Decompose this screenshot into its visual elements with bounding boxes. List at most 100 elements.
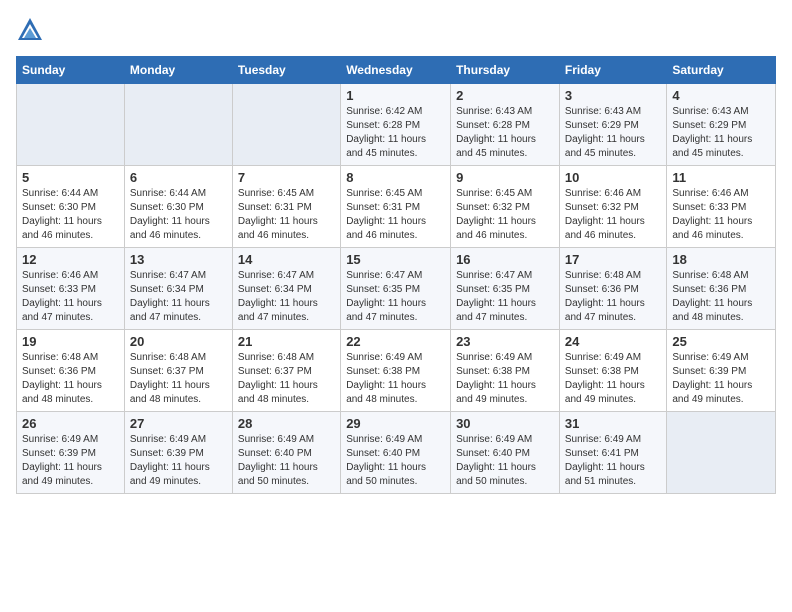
calendar-cell: 18 Sunrise: 6:48 AM Sunset: 6:36 PM Dayli…: [667, 248, 776, 330]
day-number: 17: [565, 252, 661, 267]
calendar-cell: [124, 84, 232, 166]
day-number: 11: [672, 170, 770, 185]
day-info: Sunrise: 6:48 AM Sunset: 6:36 PM Dayligh…: [22, 351, 119, 407]
calendar-cell: 17 Sunrise: 6:48 AM Sunset: 6:36 PM Dayli…: [559, 248, 666, 330]
day-number: 23: [456, 334, 554, 349]
column-header-friday: Friday: [559, 57, 666, 84]
day-number: 29: [346, 416, 445, 431]
calendar-cell: 28 Sunrise: 6:49 AM Sunset: 6:40 PM Dayli…: [232, 412, 340, 494]
day-info: Sunrise: 6:48 AM Sunset: 6:37 PM Dayligh…: [238, 351, 335, 407]
calendar-table: SundayMondayTuesdayWednesdayThursdayFrid…: [16, 56, 776, 494]
day-info: Sunrise: 6:49 AM Sunset: 6:38 PM Dayligh…: [565, 351, 661, 407]
day-number: 28: [238, 416, 335, 431]
day-number: 31: [565, 416, 661, 431]
day-info: Sunrise: 6:47 AM Sunset: 6:34 PM Dayligh…: [130, 269, 227, 325]
day-info: Sunrise: 6:46 AM Sunset: 6:32 PM Dayligh…: [565, 187, 661, 243]
calendar-cell: 7 Sunrise: 6:45 AM Sunset: 6:31 PM Daylig…: [232, 166, 340, 248]
day-number: 20: [130, 334, 227, 349]
day-number: 7: [238, 170, 335, 185]
calendar-cell: 19 Sunrise: 6:48 AM Sunset: 6:36 PM Dayli…: [17, 330, 125, 412]
day-number: 13: [130, 252, 227, 267]
calendar-cell: 6 Sunrise: 6:44 AM Sunset: 6:30 PM Daylig…: [124, 166, 232, 248]
calendar-week-row: 12Sunrise: 6:46 AM Sunset: 6:33 PM Dayli…: [17, 248, 776, 330]
day-info: Sunrise: 6:49 AM Sunset: 6:41 PM Dayligh…: [565, 433, 661, 489]
calendar-cell: 15Sunrise: 6:47 AM Sunset: 6:35 PM Dayli…: [341, 248, 451, 330]
calendar-cell: [232, 84, 340, 166]
calendar-cell: 13 Sunrise: 6:47 AM Sunset: 6:34 PM Dayli…: [124, 248, 232, 330]
day-info: Sunrise: 6:45 AM Sunset: 6:32 PM Dayligh…: [456, 187, 554, 243]
day-number: 27: [130, 416, 227, 431]
calendar-cell: 24 Sunrise: 6:49 AM Sunset: 6:38 PM Dayli…: [559, 330, 666, 412]
day-number: 22: [346, 334, 445, 349]
column-header-monday: Monday: [124, 57, 232, 84]
day-info: Sunrise: 6:49 AM Sunset: 6:39 PM Dayligh…: [672, 351, 770, 407]
calendar-cell: 22 Sunrise: 6:49 AM Sunset: 6:38 PM Dayli…: [341, 330, 451, 412]
calendar-week-row: 1Sunrise: 6:42 AM Sunset: 6:28 PM Daylig…: [17, 84, 776, 166]
day-number: 3: [565, 88, 661, 103]
page-header: [16, 16, 776, 44]
day-info: Sunrise: 6:49 AM Sunset: 6:40 PM Dayligh…: [238, 433, 335, 489]
day-info: Sunrise: 6:44 AM Sunset: 6:30 PM Dayligh…: [22, 187, 119, 243]
day-number: 24: [565, 334, 661, 349]
calendar-cell: 14 Sunrise: 6:47 AM Sunset: 6:34 PM Dayli…: [232, 248, 340, 330]
calendar-cell: 25 Sunrise: 6:49 AM Sunset: 6:39 PM Dayli…: [667, 330, 776, 412]
calendar-cell: 23 Sunrise: 6:49 AM Sunset: 6:38 PM Dayli…: [451, 330, 560, 412]
day-info: Sunrise: 6:48 AM Sunset: 6:37 PM Dayligh…: [130, 351, 227, 407]
day-number: 19: [22, 334, 119, 349]
day-info: Sunrise: 6:43 AM Sunset: 6:29 PM Dayligh…: [672, 105, 770, 161]
day-number: 18: [672, 252, 770, 267]
day-info: Sunrise: 6:45 AM Sunset: 6:31 PM Dayligh…: [238, 187, 335, 243]
calendar-cell: 27 Sunrise: 6:49 AM Sunset: 6:39 PM Dayli…: [124, 412, 232, 494]
calendar-week-row: 5 Sunrise: 6:44 AM Sunset: 6:30 PM Daylig…: [17, 166, 776, 248]
calendar-cell: 5 Sunrise: 6:44 AM Sunset: 6:30 PM Daylig…: [17, 166, 125, 248]
calendar-cell: 2 Sunrise: 6:43 AM Sunset: 6:28 PM Daylig…: [451, 84, 560, 166]
day-info: Sunrise: 6:48 AM Sunset: 6:36 PM Dayligh…: [565, 269, 661, 325]
logo: [16, 16, 48, 44]
day-info: Sunrise: 6:44 AM Sunset: 6:30 PM Dayligh…: [130, 187, 227, 243]
calendar-week-row: 26Sunrise: 6:49 AM Sunset: 6:39 PM Dayli…: [17, 412, 776, 494]
day-info: Sunrise: 6:49 AM Sunset: 6:40 PM Dayligh…: [456, 433, 554, 489]
day-number: 21: [238, 334, 335, 349]
day-info: Sunrise: 6:47 AM Sunset: 6:35 PM Dayligh…: [456, 269, 554, 325]
day-info: Sunrise: 6:48 AM Sunset: 6:36 PM Dayligh…: [672, 269, 770, 325]
day-number: 8: [346, 170, 445, 185]
calendar-cell: 30Sunrise: 6:49 AM Sunset: 6:40 PM Dayli…: [451, 412, 560, 494]
day-number: 9: [456, 170, 554, 185]
day-number: 1: [346, 88, 445, 103]
day-number: 4: [672, 88, 770, 103]
calendar-cell: 11 Sunrise: 6:46 AM Sunset: 6:33 PM Dayli…: [667, 166, 776, 248]
calendar-header-row: SundayMondayTuesdayWednesdayThursdayFrid…: [17, 57, 776, 84]
calendar-week-row: 19 Sunrise: 6:48 AM Sunset: 6:36 PM Dayli…: [17, 330, 776, 412]
calendar-cell: [17, 84, 125, 166]
day-info: Sunrise: 6:49 AM Sunset: 6:40 PM Dayligh…: [346, 433, 445, 489]
calendar-cell: 1Sunrise: 6:42 AM Sunset: 6:28 PM Daylig…: [341, 84, 451, 166]
calendar-cell: 29 Sunrise: 6:49 AM Sunset: 6:40 PM Dayli…: [341, 412, 451, 494]
day-info: Sunrise: 6:49 AM Sunset: 6:39 PM Dayligh…: [130, 433, 227, 489]
day-number: 16: [456, 252, 554, 267]
day-info: Sunrise: 6:49 AM Sunset: 6:38 PM Dayligh…: [456, 351, 554, 407]
day-info: Sunrise: 6:47 AM Sunset: 6:34 PM Dayligh…: [238, 269, 335, 325]
column-header-wednesday: Wednesday: [341, 57, 451, 84]
calendar-cell: 8 Sunrise: 6:45 AM Sunset: 6:31 PM Daylig…: [341, 166, 451, 248]
day-number: 25: [672, 334, 770, 349]
calendar-cell: 21 Sunrise: 6:48 AM Sunset: 6:37 PM Dayli…: [232, 330, 340, 412]
calendar-cell: 20 Sunrise: 6:48 AM Sunset: 6:37 PM Dayli…: [124, 330, 232, 412]
day-info: Sunrise: 6:43 AM Sunset: 6:29 PM Dayligh…: [565, 105, 661, 161]
day-number: 14: [238, 252, 335, 267]
day-info: Sunrise: 6:45 AM Sunset: 6:31 PM Dayligh…: [346, 187, 445, 243]
day-info: Sunrise: 6:49 AM Sunset: 6:38 PM Dayligh…: [346, 351, 445, 407]
calendar-cell: 16 Sunrise: 6:47 AM Sunset: 6:35 PM Dayli…: [451, 248, 560, 330]
day-info: Sunrise: 6:43 AM Sunset: 6:28 PM Dayligh…: [456, 105, 554, 161]
day-info: Sunrise: 6:49 AM Sunset: 6:39 PM Dayligh…: [22, 433, 119, 489]
day-number: 2: [456, 88, 554, 103]
calendar-cell: 31 Sunrise: 6:49 AM Sunset: 6:41 PM Dayli…: [559, 412, 666, 494]
day-number: 10: [565, 170, 661, 185]
day-info: Sunrise: 6:46 AM Sunset: 6:33 PM Dayligh…: [672, 187, 770, 243]
calendar-cell: 4 Sunrise: 6:43 AM Sunset: 6:29 PM Daylig…: [667, 84, 776, 166]
day-number: 5: [22, 170, 119, 185]
calendar-cell: 3 Sunrise: 6:43 AM Sunset: 6:29 PM Daylig…: [559, 84, 666, 166]
calendar-cell: [667, 412, 776, 494]
column-header-tuesday: Tuesday: [232, 57, 340, 84]
day-number: 6: [130, 170, 227, 185]
day-number: 12: [22, 252, 119, 267]
